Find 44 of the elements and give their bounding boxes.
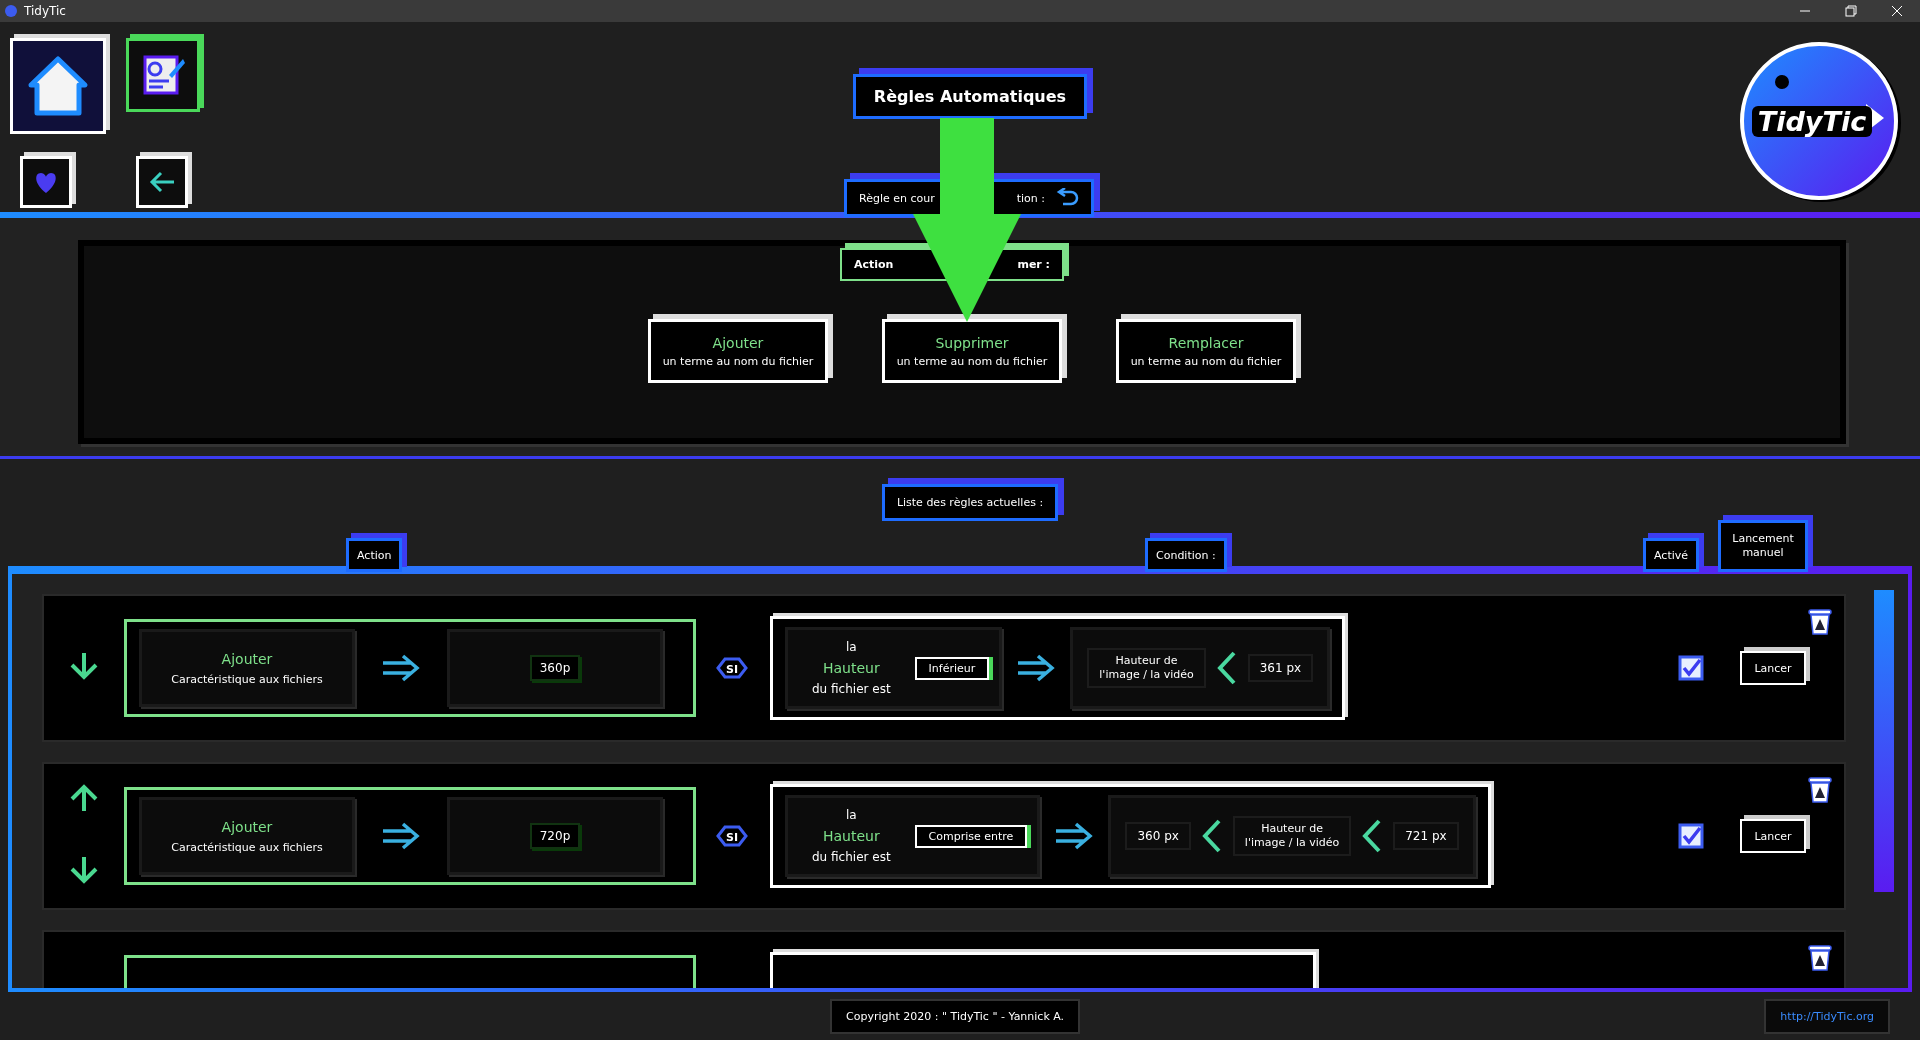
less-than-icon [1215,651,1238,685]
if-tag: SI [716,825,748,847]
field-label: Hauteur de l'image / la vidéo [1232,815,1352,857]
condition-article: la [845,808,857,822]
double-arrow-icon [381,653,421,683]
if-tag: SI [716,657,748,679]
value-tag: 720p [529,823,581,849]
header-text: Action [854,258,894,271]
action-name: Ajouter [221,650,273,667]
scrollbar[interactable] [1874,590,1894,892]
header-text: mer : [1017,258,1050,271]
action-name: Ajouter [221,818,273,835]
condition-subject: Hauteur [822,828,880,844]
double-arrow-icon [1054,821,1095,851]
double-arrow-icon [381,821,421,851]
app-icon [4,4,18,18]
logo: TidyTic [1740,42,1898,200]
condition-article: la [845,640,857,654]
value-label: 360 px [1125,822,1191,850]
trash-icon[interactable] [1806,774,1834,804]
back-arrow-icon [148,170,176,194]
operator-tag: Comprise entre [914,824,1028,848]
condition-subject: Hauteur [822,660,880,676]
website-link[interactable]: http://TidyTic.org [1764,999,1890,1034]
double-arrow-icon [1016,653,1057,683]
checkbox[interactable] [1678,655,1704,681]
undo-icon[interactable] [1055,188,1079,208]
condition-suffix: du fichier est [812,850,891,864]
condition-suffix: du fichier est [812,682,891,696]
header-text: tion : [1016,191,1045,205]
value-tag: 360p [529,655,581,681]
copyright-text: Copyright 2020 : " TidyTic " - Yannick A. [830,999,1081,1034]
value-label: 721 px [1393,822,1459,850]
action-detail: Caractéristique aux fichiers [171,672,323,686]
window-title: TidyTic [24,4,66,18]
header-text: Règle en cour [859,191,935,205]
operator-tag: Inférieur [914,656,990,680]
trash-icon[interactable] [1806,606,1834,636]
field-label: Hauteur de l'image / la vidéo [1087,647,1206,689]
less-than-icon [1200,819,1223,853]
checkbox[interactable] [1678,823,1704,849]
action-detail: Caractéristique aux fichiers [171,840,323,854]
trash-icon[interactable] [1806,942,1834,972]
value-label: 361 px [1247,654,1314,682]
